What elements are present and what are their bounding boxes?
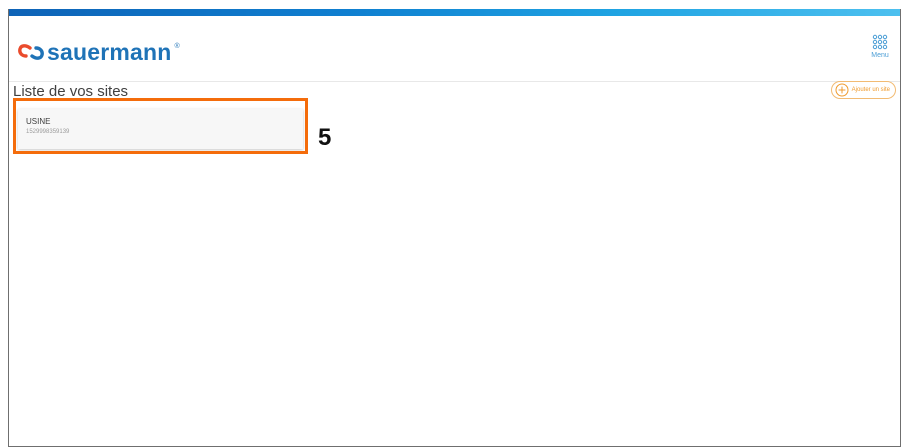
site-id: 1529998359139 [26, 129, 70, 135]
site-name: USINE [26, 117, 51, 126]
menu-label: Menu [871, 52, 889, 59]
add-site-label: Ajouter un site [851, 87, 890, 93]
add-site-button[interactable]: Ajouter un site [830, 81, 896, 99]
sauermann-logo[interactable]: sauermann ® [18, 40, 180, 64]
header: sauermann ® Menu [9, 16, 900, 82]
top-gradient-bar [9, 9, 900, 16]
annotation-number: 5 [318, 124, 332, 151]
menu-button[interactable]: Menu [870, 34, 890, 64]
page-title: Liste de vos sites [13, 83, 129, 100]
grid-menu-icon [872, 34, 888, 50]
plus-circle-icon [835, 83, 849, 97]
site-card-usine[interactable]: USINE 1529998359139 [18, 109, 303, 149]
app-frame: sauermann ® Menu Liste de vos sites Ajou… [8, 9, 901, 447]
logo-text: sauermann [47, 38, 172, 65]
logo-trademark: ® [174, 42, 180, 50]
sauermann-logo-icon [18, 44, 44, 60]
